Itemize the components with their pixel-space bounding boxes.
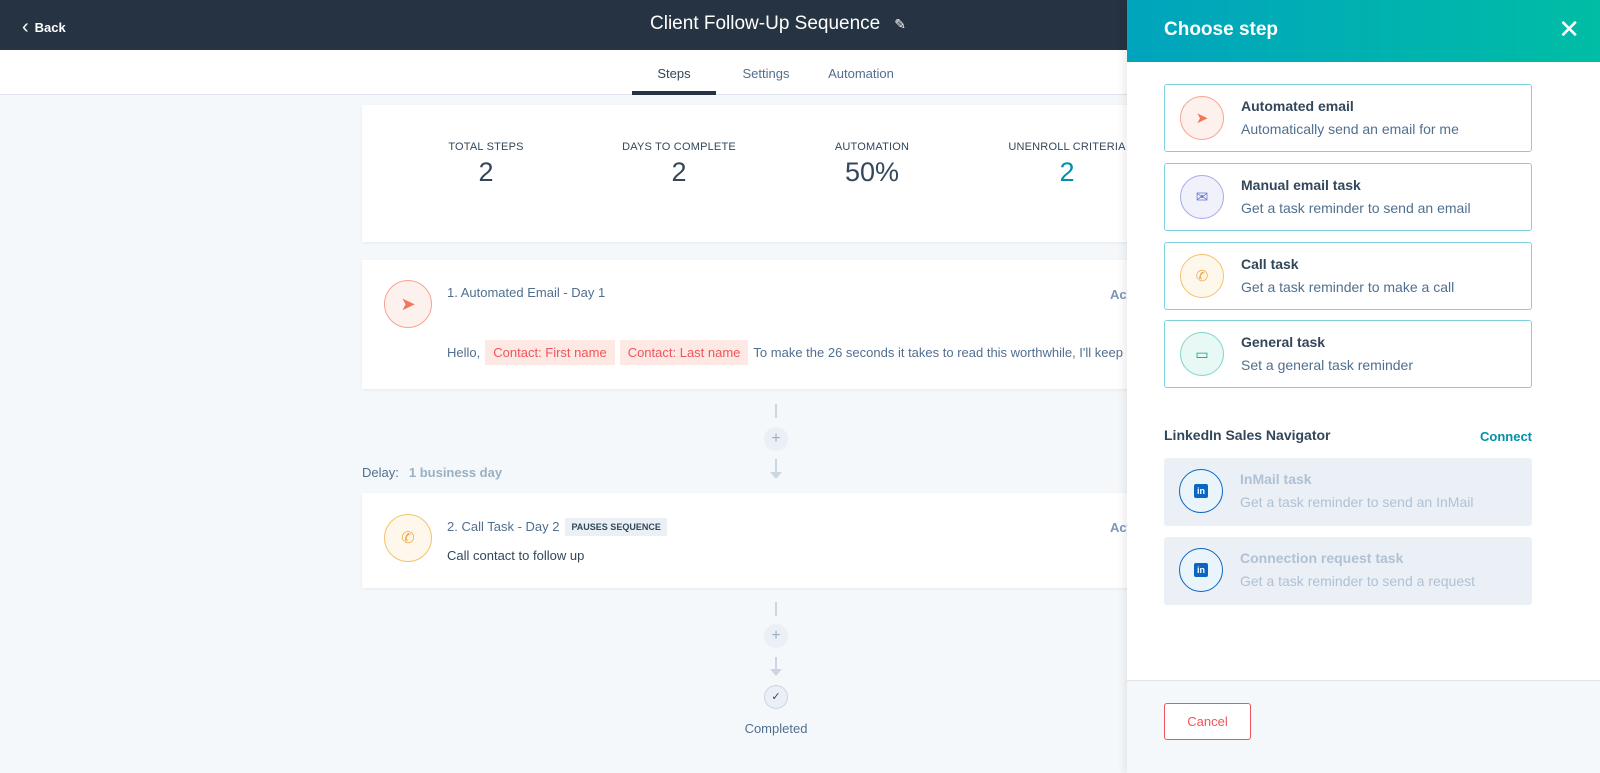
option-title: Automated email bbox=[1241, 98, 1354, 114]
step-card-automated-email[interactable]: ➤ 1. Automated Email - Day 1 Actions Hel… bbox=[362, 260, 1162, 389]
add-step-button[interactable]: + bbox=[764, 427, 788, 451]
option-desc: Get a task reminder to send a request bbox=[1240, 573, 1476, 589]
stat-days: DAYS TO COMPLETE 2 bbox=[599, 141, 759, 188]
step-title: 2. Call Task - Day 2 bbox=[447, 519, 560, 534]
step-card-call-task[interactable]: ✆ 2. Call Task - Day 2PAUSES SEQUENCE Ac… bbox=[362, 493, 1162, 588]
stat-label: AUTOMATION bbox=[834, 141, 910, 153]
option-title: Call task bbox=[1241, 256, 1299, 272]
token-first-name: Contact: First name bbox=[485, 340, 615, 365]
stat-label: UNENROLL CRITERIA bbox=[1008, 141, 1126, 153]
stats-card: TOTAL STEPS 2 DAYS TO COMPLETE 2 AUTOMATIO… bbox=[362, 105, 1162, 242]
step-body: Call contact to follow up bbox=[447, 548, 585, 563]
stat-value: 2 bbox=[478, 157, 494, 187]
option-title: Connection request task bbox=[1240, 550, 1404, 566]
connect-link[interactable]: Connect bbox=[1480, 429, 1532, 444]
email-preview: To make the 26 seconds it takes to read … bbox=[753, 345, 1134, 360]
cancel-button[interactable]: Cancel bbox=[1164, 703, 1251, 740]
step-title: 1. Automated Email - Day 1 bbox=[447, 285, 606, 300]
delay-value[interactable]: 1 business day bbox=[409, 465, 502, 480]
add-step-button[interactable]: + bbox=[764, 624, 788, 648]
arrow-down-icon bbox=[770, 472, 782, 479]
close-icon[interactable]: ✕ bbox=[1558, 14, 1580, 44]
paper-plane-icon: ➤ bbox=[384, 280, 432, 328]
option-desc: Get a task reminder to make a call bbox=[1241, 279, 1455, 295]
option-desc: Get a task reminder to send an InMail bbox=[1240, 494, 1474, 510]
panel-footer: Cancel bbox=[1127, 680, 1600, 773]
completed-label: Completed bbox=[744, 721, 808, 736]
choose-step-panel: Choose step ✕ ➤ Automated email Automati… bbox=[1127, 0, 1600, 773]
paper-plane-icon: ➤ bbox=[1180, 96, 1224, 140]
option-desc: Get a task reminder to send an email bbox=[1241, 200, 1471, 216]
stat-total-steps: TOTAL STEPS 2 bbox=[406, 141, 566, 188]
greeting: Hello, bbox=[447, 345, 481, 360]
option-call-task[interactable]: ✆ Call task Get a task reminder to make … bbox=[1164, 242, 1532, 310]
pencil-icon[interactable]: ✎ bbox=[894, 16, 906, 33]
option-automated-email[interactable]: ➤ Automated email Automatically send an … bbox=[1164, 84, 1532, 152]
pauses-sequence-badge: PAUSES SEQUENCE bbox=[565, 518, 667, 536]
delay: Delay: 1 business day bbox=[362, 465, 502, 480]
stat-automation: AUTOMATION 50% bbox=[792, 141, 952, 188]
panel-title: Choose step bbox=[1164, 19, 1279, 40]
option-title: General task bbox=[1241, 334, 1326, 350]
option-inmail-task: in InMail task Get a task reminder to se… bbox=[1164, 458, 1532, 526]
stat-value: 50% bbox=[844, 157, 900, 187]
option-desc: Set a general task reminder bbox=[1241, 357, 1413, 373]
phone-icon: ✆ bbox=[384, 514, 432, 562]
linkedin-icon: in bbox=[1179, 469, 1223, 513]
stat-label: DAYS TO COMPLETE bbox=[622, 141, 736, 153]
stat-label: TOTAL STEPS bbox=[448, 141, 524, 153]
phone-icon: ✆ bbox=[1180, 254, 1224, 298]
panel-header: Choose step ✕ bbox=[1127, 0, 1600, 62]
tab-automation[interactable]: Automation bbox=[816, 50, 906, 95]
tab-steps[interactable]: Steps bbox=[632, 50, 716, 95]
option-title: Manual email task bbox=[1241, 177, 1361, 193]
linkedin-section-title: LinkedIn Sales Navigator bbox=[1164, 427, 1331, 443]
option-title: InMail task bbox=[1240, 471, 1312, 487]
linkedin-icon: in bbox=[1179, 548, 1223, 592]
envelope-icon: ✉ bbox=[1180, 175, 1224, 219]
token-last-name: Contact: Last name bbox=[619, 340, 749, 365]
step-body: Hello, Contact: First name Contact: Last… bbox=[447, 340, 1133, 365]
option-connection-request-task: in Connection request task Get a task re… bbox=[1164, 537, 1532, 605]
page-title: Client Follow-Up Sequence bbox=[650, 13, 881, 34]
option-desc: Automatically send an email for me bbox=[1241, 121, 1459, 137]
delay-label: Delay: bbox=[362, 465, 399, 480]
stat-value[interactable]: 2 bbox=[987, 157, 1147, 188]
check-icon: ✓ bbox=[764, 685, 788, 709]
option-manual-email-task[interactable]: ✉ Manual email task Get a task reminder … bbox=[1164, 163, 1532, 231]
task-icon: ▭ bbox=[1180, 332, 1224, 376]
stat-value: 2 bbox=[671, 157, 687, 187]
tab-settings[interactable]: Settings bbox=[716, 50, 816, 95]
stat-unenroll[interactable]: UNENROLL CRITERIA 2 bbox=[987, 141, 1147, 188]
option-general-task[interactable]: ▭ General task Set a general task remind… bbox=[1164, 320, 1532, 388]
arrow-down-icon bbox=[770, 669, 782, 676]
